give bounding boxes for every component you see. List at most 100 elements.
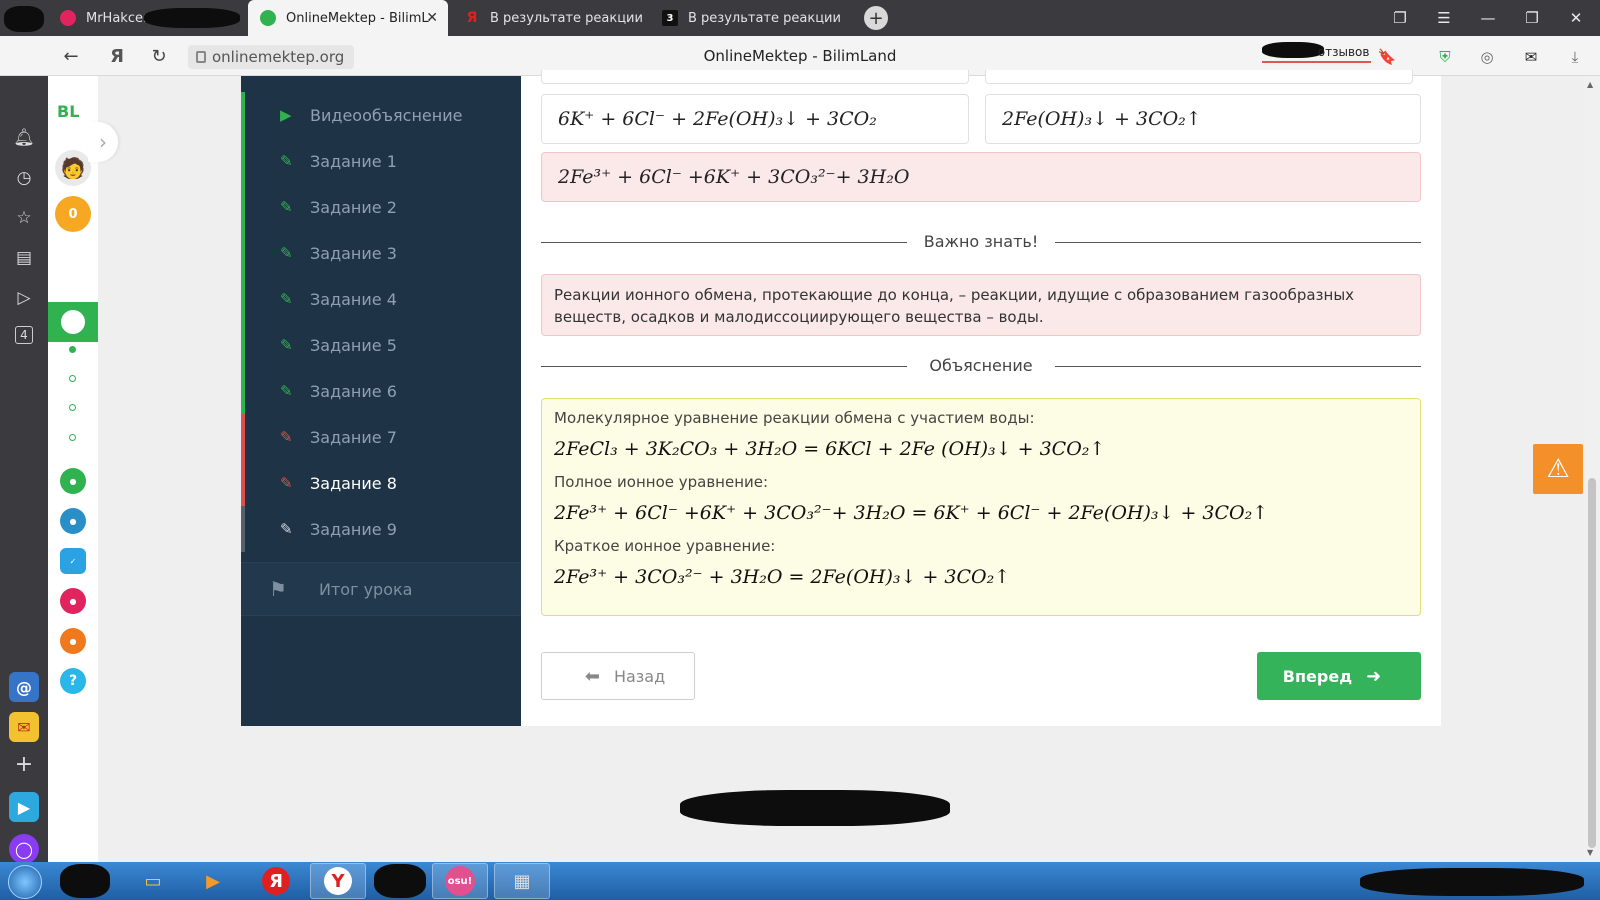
molecular-label: Молекулярное уравнение реакции обмена с … bbox=[554, 409, 1035, 427]
scroll-down-icon[interactable]: ▼ bbox=[1587, 848, 1593, 857]
bilimlab-app-icon[interactable]: ● bbox=[60, 628, 86, 654]
explanation-heading: Объяснение bbox=[929, 356, 1033, 375]
media-player-icon[interactable]: ▶ bbox=[185, 863, 241, 899]
site-rail: BL 🧑 0 ● ● ✓ ● ● ? bbox=[48, 76, 98, 862]
bilimbook-app-icon[interactable]: ● bbox=[60, 508, 86, 534]
calculator-icon[interactable]: ▦ bbox=[494, 863, 550, 899]
expand-chevron-icon[interactable]: › bbox=[88, 122, 118, 162]
messenger-icon[interactable]: ▶ bbox=[9, 792, 39, 822]
reload-icon[interactable]: ↻ bbox=[146, 44, 172, 68]
browser-tab-2[interactable]: OnlineMektep - BilimLa ✕ bbox=[248, 0, 448, 36]
page-scrollbar[interactable]: ▲ ▼ bbox=[1584, 76, 1600, 862]
chat-icon[interactable]: ✉ bbox=[1520, 46, 1542, 68]
star-icon[interactable]: ☆ bbox=[12, 206, 36, 230]
lesson-item-video[interactable]: ▶ Видеообъяснение bbox=[241, 92, 521, 138]
back-button[interactable]: ⬅ Назад bbox=[541, 652, 695, 700]
arrow-right-icon: ➜ bbox=[1366, 665, 1382, 687]
task-content: 6K⁺ + 6Cl⁻ + 2Fe(OH)₃↓ + 3CO₂ 2Fe(OH)₃↓ … bbox=[521, 70, 1441, 726]
lesson-item-task-3[interactable]: ✎ Задание 3 bbox=[241, 230, 521, 276]
lesson-summary-item[interactable]: ⚑ Итог урока bbox=[241, 562, 521, 616]
browser-sidebar: 🔔︎ ◷ ☆ ▤ ▷ 4 @ ✉ + ▶ ◯ bbox=[0, 76, 48, 864]
history-icon[interactable]: ◷ bbox=[12, 166, 36, 190]
mail-at-icon[interactable]: @ bbox=[9, 672, 39, 702]
reviews-link[interactable]: ★★★★★отзывов bbox=[1262, 45, 1372, 63]
answer-option-right[interactable]: 2Fe(OH)₃↓ + 3CO₂↑ bbox=[985, 94, 1421, 144]
browser-tab-1[interactable]: MrHakcer · bbox=[48, 0, 246, 36]
explorer-icon[interactable]: ▭ bbox=[125, 863, 181, 899]
next-button[interactable]: Вперед ➜ bbox=[1257, 652, 1421, 700]
menu-icon[interactable]: ☰ bbox=[1422, 0, 1466, 36]
selected-answer[interactable]: 2Fe³⁺ + 6Cl⁻ +6K⁺ + 3CO₃²⁻+ 3H₂O bbox=[541, 152, 1421, 202]
edit-icon: ✎ bbox=[280, 428, 293, 446]
tab-favicon: 3 bbox=[662, 10, 678, 26]
collections-icon[interactable]: ▤ bbox=[12, 246, 36, 270]
lesson-item-label: Задание 3 bbox=[310, 243, 397, 263]
lesson-summary-label: Итог урока bbox=[319, 579, 413, 599]
browser-tab-4[interactable]: 3 В результате реакции хло bbox=[650, 0, 844, 36]
lesson-item-task-7[interactable]: ✎ Задание 7 bbox=[241, 414, 521, 460]
help-icon[interactable]: ? bbox=[60, 668, 86, 694]
scroll-up-icon[interactable]: ▲ bbox=[1587, 80, 1593, 89]
back-arrow-icon[interactable]: ← bbox=[58, 44, 84, 68]
lesson-item-task-2[interactable]: ✎ Задание 2 bbox=[241, 184, 521, 230]
arrow-left-icon: ⬅ bbox=[584, 665, 600, 687]
alice-icon[interactable]: ◯ bbox=[9, 834, 39, 864]
lesson-item-task-8[interactable]: ✎ Задание 8 bbox=[241, 460, 521, 506]
bell-icon[interactable]: 🔔︎ bbox=[12, 126, 36, 150]
lesson-item-task-6[interactable]: ✎ Задание 6 bbox=[241, 368, 521, 414]
lesson-item-label: Задание 6 bbox=[310, 381, 397, 401]
short-ionic-equation: 2Fe³⁺ + 3CO₃²⁻ + 3H₂O = 2Fe(OH)₃↓ + 3CO₂… bbox=[554, 566, 1011, 588]
important-separator: Важно знать! bbox=[541, 232, 1421, 252]
edit-icon: ✎ bbox=[280, 474, 293, 492]
yandex-browser-icon[interactable]: Я bbox=[248, 863, 304, 899]
answer-card-cut bbox=[541, 70, 969, 84]
warning-icon[interactable]: ⚠ bbox=[1533, 444, 1583, 494]
lesson-item-task-9[interactable]: ✎ Задание 9 bbox=[241, 506, 521, 552]
onlinemektep-icon[interactable] bbox=[48, 302, 98, 342]
test-app-icon[interactable]: ✓ bbox=[60, 548, 86, 574]
twig-app-icon[interactable]: ● bbox=[60, 588, 86, 614]
bilimland-logo[interactable]: BL bbox=[57, 102, 79, 121]
new-tab-button[interactable]: + bbox=[864, 6, 888, 30]
lesson-item-task-4[interactable]: ✎ Задание 4 bbox=[241, 276, 521, 322]
browser-tab-3[interactable]: Я В результате реакции хло bbox=[452, 0, 646, 36]
shield-icon[interactable]: ⛨ bbox=[1434, 46, 1456, 68]
download-icon[interactable]: ⤓ bbox=[1564, 46, 1586, 68]
progress-dot bbox=[69, 346, 76, 353]
target-icon[interactable]: ◎ bbox=[1476, 46, 1498, 68]
restore-button[interactable]: ❐ bbox=[1510, 0, 1554, 36]
lesson-item-task-1[interactable]: ✎ Задание 1 bbox=[241, 138, 521, 184]
minimize-button[interactable]: — bbox=[1466, 0, 1510, 36]
lesson-item-label: Задание 8 bbox=[310, 473, 397, 493]
mail-envelope-icon[interactable]: ✉ bbox=[9, 712, 39, 742]
bookmark-icon[interactable]: 🔖 bbox=[1376, 46, 1398, 68]
lesson-item-task-5[interactable]: ✎ Задание 5 bbox=[241, 322, 521, 368]
bookmarks-panel-icon[interactable]: ❐ bbox=[1378, 0, 1422, 36]
start-button[interactable] bbox=[8, 865, 42, 899]
coins-badge[interactable]: 0 bbox=[55, 196, 91, 232]
osu-icon[interactable]: osu! bbox=[432, 863, 488, 899]
close-icon[interactable]: ✕ bbox=[426, 10, 438, 26]
lesson-item-label: Видеообъяснение bbox=[310, 105, 463, 125]
yandex-taskbar-icon[interactable]: Y bbox=[310, 863, 366, 899]
add-icon[interactable]: + bbox=[12, 752, 36, 777]
lesson-item-label: Задание 1 bbox=[310, 151, 397, 171]
url-field[interactable]: onlinemektep.org bbox=[188, 45, 355, 69]
lesson-item-label: Задание 5 bbox=[310, 335, 397, 355]
progress-dot bbox=[69, 375, 76, 382]
play-icon[interactable]: ▷ bbox=[12, 286, 36, 310]
browser-tab-strip: MrHakcer · OnlineMektep - BilimLa ✕ Я В … bbox=[0, 0, 1600, 36]
yandex-home-icon[interactable]: Я bbox=[104, 44, 130, 68]
tab-title: В результате реакции хло bbox=[490, 10, 646, 26]
close-window-button[interactable]: ✕ bbox=[1554, 0, 1598, 36]
redacted-scribble bbox=[374, 864, 426, 898]
scrollbar-thumb[interactable] bbox=[1588, 478, 1596, 848]
bilimland-app-icon[interactable]: ● bbox=[60, 468, 86, 494]
lesson-item-label: Задание 4 bbox=[310, 289, 397, 309]
avatar[interactable]: 🧑 bbox=[55, 150, 91, 186]
lesson-sidebar: ▶ Видеообъяснение ✎ Задание 1 ✎ Задание … bbox=[241, 76, 521, 726]
play-icon: ▶ bbox=[280, 106, 292, 124]
answer-option-left[interactable]: 6K⁺ + 6Cl⁻ + 2Fe(OH)₃↓ + 3CO₂ bbox=[541, 94, 969, 144]
counter-icon[interactable]: 4 bbox=[15, 326, 33, 344]
redacted-scribble bbox=[60, 864, 110, 898]
